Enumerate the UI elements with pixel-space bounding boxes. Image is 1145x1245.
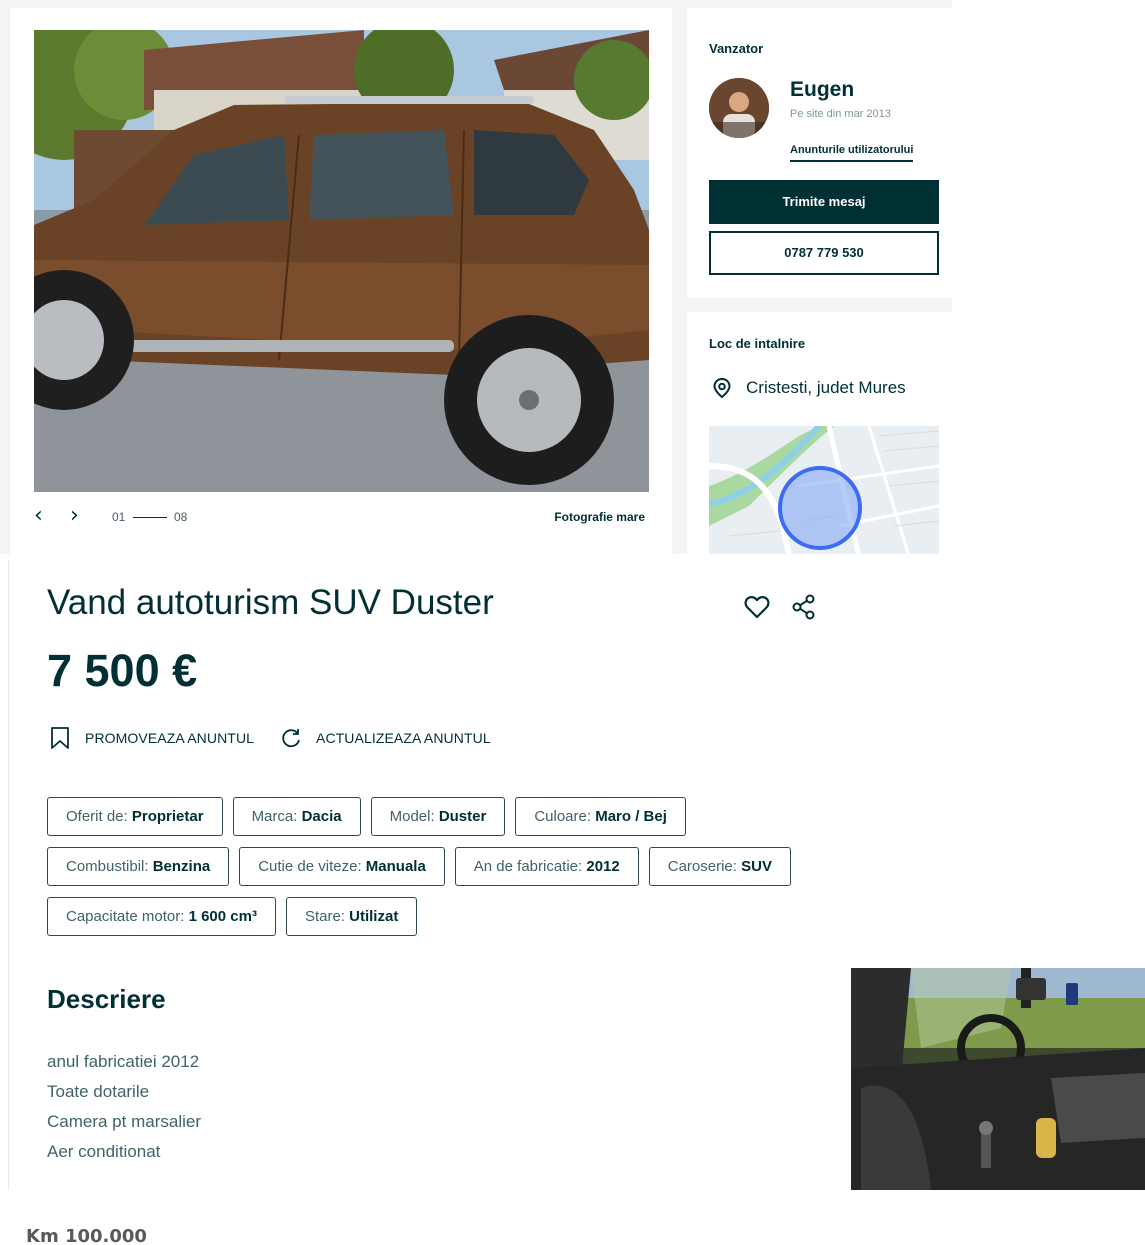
seller-card: Vanzator Eugen Pe site din mar 2013 Anun… bbox=[687, 8, 952, 298]
parameters-list: Oferit de: Proprietar Marca: Dacia Model… bbox=[47, 797, 837, 947]
seller-name: Eugen bbox=[790, 78, 855, 101]
gallery-total-count: 08 bbox=[174, 510, 188, 524]
main-car-photo[interactable] bbox=[34, 30, 649, 492]
meeting-place-heading: Loc de intalnire bbox=[709, 336, 806, 351]
refresh-icon bbox=[282, 729, 300, 748]
param-chip-model: Model: Duster bbox=[370, 797, 506, 836]
avatar[interactable] bbox=[709, 78, 769, 138]
content-divider bbox=[8, 560, 9, 1190]
description-line: anul fabricatiei 2012 bbox=[47, 1052, 200, 1071]
send-message-button[interactable]: Trimite mesaj bbox=[709, 180, 939, 224]
footer-strip bbox=[0, 1190, 1145, 1245]
promote-listing-button[interactable]: PROMOVEAZA ANUNTUL bbox=[49, 725, 254, 751]
share-icon[interactable] bbox=[791, 594, 817, 620]
description-text: anul fabricatiei 2012 Toate dotarile Cam… bbox=[47, 1047, 201, 1167]
param-chip-year: An de fabricatie: 2012 bbox=[454, 847, 639, 886]
meeting-place-location: Cristesti, judet Mures bbox=[746, 378, 906, 397]
seller-member-since: Pe site din mar 2013 bbox=[790, 108, 891, 120]
chevron-right-icon[interactable]: › bbox=[70, 505, 92, 528]
listing-price: 7 500 € bbox=[47, 645, 198, 696]
description-line: Camera pt marsalier bbox=[47, 1112, 201, 1131]
gallery-progress-line bbox=[133, 517, 167, 518]
listing-title: Vand autoturism SUV Duster bbox=[47, 583, 494, 622]
param-chip-body: Caroserie: SUV bbox=[648, 847, 791, 886]
location-map[interactable] bbox=[709, 426, 939, 554]
param-chip-color: Culoare: Maro / Bej bbox=[515, 797, 686, 836]
refresh-listing-button[interactable]: ACTUALIZEAZA ANUNTUL bbox=[280, 725, 491, 751]
parameters-row: Capacitate motor: 1 600 cm³ Stare: Utili… bbox=[47, 897, 837, 936]
refresh-listing-label: ACTUALIZEAZA ANUNTUL bbox=[316, 730, 491, 746]
gallery-current-index: 01 bbox=[112, 510, 126, 524]
description-line: Aer conditionat bbox=[47, 1142, 161, 1161]
seller-ads-link[interactable]: Anunturile utilizatorului bbox=[790, 144, 914, 162]
big-photo-link[interactable]: Fotografie mare bbox=[554, 510, 645, 524]
parameters-row: Combustibil: Benzina Cutie de viteze: Ma… bbox=[47, 847, 837, 886]
param-chip-fuel: Combustibil: Benzina bbox=[47, 847, 230, 886]
param-chip-engine: Capacitate motor: 1 600 cm³ bbox=[47, 897, 276, 936]
promote-listing-label: PROMOVEAZA ANUNTUL bbox=[85, 730, 255, 746]
mileage-text: Km 100.000 bbox=[26, 1226, 147, 1245]
location-pin-icon bbox=[713, 378, 731, 398]
param-chip-offered-by: Oferit de: Proprietar bbox=[47, 797, 223, 836]
chevron-left-icon[interactable]: ‹ bbox=[34, 505, 56, 528]
gallery-controls: ‹ › 01 08 Fotografie mare bbox=[34, 500, 649, 534]
seller-heading: Vanzator bbox=[709, 41, 764, 56]
description-line: Toate dotarile bbox=[47, 1082, 150, 1101]
description-heading: Descriere bbox=[47, 984, 166, 1014]
param-chip-brand: Marca: Dacia bbox=[232, 797, 361, 836]
param-chip-condition: Stare: Utilizat bbox=[285, 897, 418, 936]
bookmark-icon bbox=[51, 727, 69, 749]
meeting-place-card: Loc de intalnire Cristesti, judet Mures bbox=[687, 312, 952, 554]
parameters-row: Oferit de: Proprietar Marca: Dacia Model… bbox=[47, 797, 837, 836]
param-chip-gearbox: Cutie de viteze: Manuala bbox=[239, 847, 445, 886]
interior-photo[interactable] bbox=[851, 968, 1145, 1190]
phone-button[interactable]: 0787 779 530 bbox=[709, 231, 939, 275]
heart-icon[interactable] bbox=[743, 593, 771, 621]
